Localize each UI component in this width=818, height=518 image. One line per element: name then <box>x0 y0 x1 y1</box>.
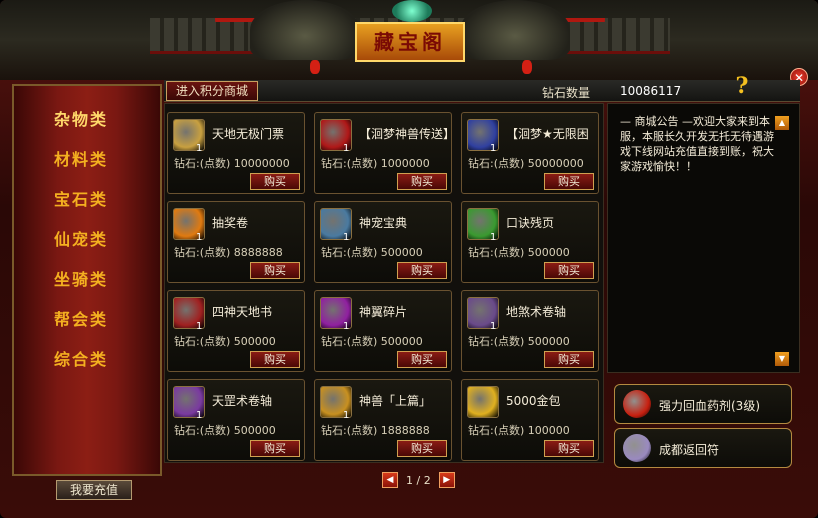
buy-button[interactable]: 购买 <box>397 351 447 368</box>
item-price: 钻石:(点数) 1888888 <box>321 424 430 437</box>
item-name: 抽奖卷 <box>212 216 249 230</box>
buy-button[interactable]: 购买 <box>397 440 447 457</box>
buy-button[interactable]: 购买 <box>397 262 447 279</box>
item-name: 神兽「上篇」 <box>359 394 432 408</box>
item-quantity: 1 <box>490 232 497 243</box>
item-name: 【洄梦★无限困 <box>506 127 589 141</box>
buy-button[interactable]: 购买 <box>397 173 447 190</box>
item-quantity: 1 <box>196 143 203 154</box>
item-quantity: 1 <box>343 321 350 332</box>
item-price: 钻石:(点数) 500000 <box>468 246 570 259</box>
jade-orb-icon <box>392 0 432 22</box>
quick-use-item[interactable]: 强力回血药剂(3级) <box>614 384 792 424</box>
gold-bag-icon[interactable] <box>467 386 499 418</box>
item-price: 钻石:(点数) 500000 <box>174 424 276 437</box>
dragon-right-icon <box>460 0 570 60</box>
points-shop-button[interactable]: 进入积分商城 <box>166 81 258 101</box>
category-tab[interactable]: 帮会类 <box>14 300 160 340</box>
treasure-pavilion-window: 藏宝阁 ✕ 进入积分商城 钻石数量 10086117 ? 杂物类 材料类 宝石类 仙宠… <box>0 0 818 518</box>
buy-button[interactable]: 购买 <box>544 351 594 368</box>
buy-button[interactable]: 购买 <box>250 262 300 279</box>
prev-page-button[interactable]: ◀ <box>382 472 398 488</box>
item-card: 5000金包钻石:(点数) 100000 购买 <box>461 379 599 461</box>
item-card: 1 天地无极门票钻石:(点数) 10000000 购买 <box>167 112 305 194</box>
item-name: 天地无极门票 <box>212 127 285 141</box>
return-talisman-icon <box>623 434 651 462</box>
item-card: 1 地煞术卷轴钻石:(点数) 500000 购买 <box>461 290 599 372</box>
diamond-value: 10086117 <box>620 84 682 98</box>
header-bar <box>164 80 800 102</box>
item-card: 1 神宠宝典钻石:(点数) 500000 购买 <box>314 201 452 283</box>
item-price: 钻石:(点数) 8888888 <box>174 246 283 259</box>
item-price: 钻石:(点数) 1000000 <box>321 157 430 170</box>
announcement-panel: — 商城公告 —欢迎大家来到本服，本服长久开发无托无待遇游戏下线网站充值直接到账… <box>607 103 800 373</box>
category-tab[interactable]: 材料类 <box>14 140 160 180</box>
item-quantity: 1 <box>490 321 497 332</box>
item-name: 地煞术卷轴 <box>506 305 567 319</box>
item-price: 钻石:(点数) 100000 <box>468 424 570 437</box>
item-name: 四神天地书 <box>212 305 273 319</box>
category-tab[interactable]: 综合类 <box>14 340 160 380</box>
item-card: 1 【洄梦★无限困钻石:(点数) 50000000 购买 <box>461 112 599 194</box>
help-icon[interactable]: ? <box>728 72 756 100</box>
item-quantity: 1 <box>343 143 350 154</box>
next-page-button[interactable]: ▶ <box>438 472 455 488</box>
item-price: 钻石:(点数) 500000 <box>321 246 423 259</box>
quick-use-item[interactable]: 成都返回符 <box>614 428 792 468</box>
quick-item-name: 成都返回符 <box>659 443 720 457</box>
item-quantity: 1 <box>490 143 497 154</box>
item-quantity: 1 <box>196 321 203 332</box>
item-grid: 1 天地无极门票钻石:(点数) 10000000 购买 1 【洄梦神兽传送】钻石:(点数… <box>164 103 604 463</box>
pagination: ◀ 1 / 2 ▶ <box>382 471 455 489</box>
category-sidebar: 杂物类 材料类 宝石类 仙宠类 坐骑类 帮会类 综合类 <box>12 84 162 476</box>
item-name: 5000金包 <box>506 394 561 408</box>
dragon-left-icon <box>250 0 360 60</box>
roof-decoration: 藏宝阁 <box>0 0 818 80</box>
buy-button[interactable]: 购买 <box>250 351 300 368</box>
quick-item-name: 强力回血药剂(3级) <box>659 399 760 413</box>
buy-button[interactable]: 购买 <box>250 440 300 457</box>
item-name: 口诀残页 <box>506 216 555 230</box>
buy-button[interactable]: 购买 <box>250 173 300 190</box>
item-card: 1 口诀残页钻石:(点数) 500000 购买 <box>461 201 599 283</box>
item-name: 神翼碎片 <box>359 305 408 319</box>
lantern-icon <box>310 60 320 74</box>
item-name: 神宠宝典 <box>359 216 408 230</box>
buy-button[interactable]: 购买 <box>544 173 594 190</box>
item-card: 1 神兽「上篇」钻石:(点数) 1888888 购买 <box>314 379 452 461</box>
item-name: 【洄梦神兽传送】 <box>359 127 456 141</box>
item-price: 钻石:(点数) 500000 <box>468 335 570 348</box>
item-card: 1 抽奖卷钻石:(点数) 8888888 购买 <box>167 201 305 283</box>
category-tabs: 杂物类 材料类 宝石类 仙宠类 坐骑类 帮会类 综合类 <box>14 100 160 380</box>
category-tab[interactable]: 杂物类 <box>14 100 160 140</box>
item-quantity: 1 <box>196 410 203 421</box>
recharge-button[interactable]: 我要充值 <box>56 480 132 500</box>
category-tab[interactable]: 仙宠类 <box>14 220 160 260</box>
announcement-scroll-up-button[interactable]: ▲ <box>775 116 789 130</box>
health-potion-icon <box>623 390 651 418</box>
buy-button[interactable]: 购买 <box>544 262 594 279</box>
item-quantity: 1 <box>196 232 203 243</box>
item-price: 钻石:(点数) 50000000 <box>468 157 584 170</box>
item-price: 钻石:(点数) 500000 <box>174 335 276 348</box>
category-tab[interactable]: 宝石类 <box>14 180 160 220</box>
diamond-label: 钻石数量 <box>542 86 591 100</box>
lantern-icon <box>522 60 532 74</box>
announcement-text: — 商城公告 —欢迎大家来到本服，本服长久开发无托无待遇游戏下线网站充值直接到账… <box>620 115 774 173</box>
item-card: 1 神翼碎片钻石:(点数) 500000 购买 <box>314 290 452 372</box>
buy-button[interactable]: 购买 <box>544 440 594 457</box>
page-indicator: 1 / 2 <box>406 473 431 487</box>
item-card: 1 天罡术卷轴钻石:(点数) 500000 购买 <box>167 379 305 461</box>
item-price: 钻石:(点数) 10000000 <box>174 157 290 170</box>
item-quantity: 1 <box>343 410 350 421</box>
window-title: 藏宝阁 <box>355 22 465 62</box>
item-card: 1 四神天地书钻石:(点数) 500000 购买 <box>167 290 305 372</box>
announcement-scroll-down-button[interactable]: ▼ <box>775 352 789 366</box>
item-price: 钻石:(点数) 500000 <box>321 335 423 348</box>
item-quantity: 1 <box>343 232 350 243</box>
category-tab[interactable]: 坐骑类 <box>14 260 160 300</box>
item-card: 1 【洄梦神兽传送】钻石:(点数) 1000000 购买 <box>314 112 456 194</box>
item-name: 天罡术卷轴 <box>212 394 273 408</box>
